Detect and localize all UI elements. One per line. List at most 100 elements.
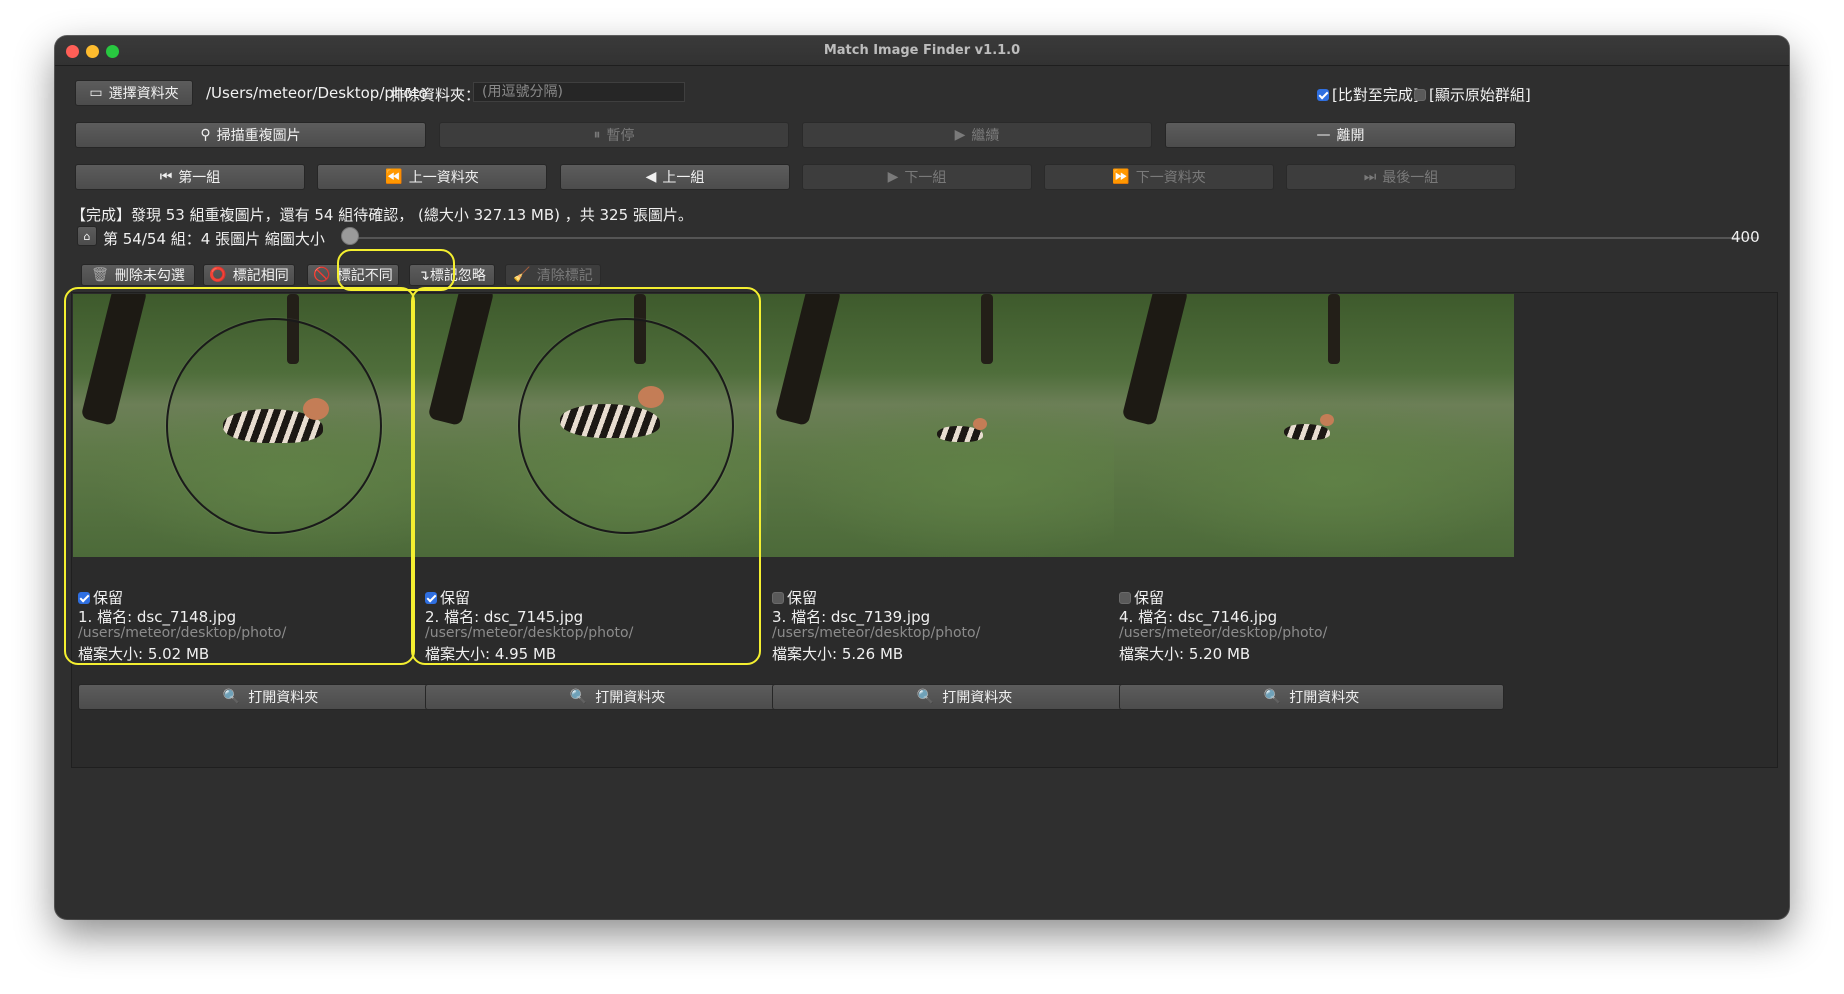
image-card: 保留 1. 檔名: dsc_7148.jpg /users/meteor/des…	[72, 293, 473, 769]
keep-label: 保留	[440, 589, 471, 607]
fast-forward-icon: ⏩	[1112, 169, 1130, 185]
skip-start-icon: ⏮	[159, 169, 173, 185]
tree-trunk	[981, 294, 993, 364]
file-size: 檔案大小: 5.20 MB	[1119, 645, 1251, 663]
keep-checkbox[interactable]: 保留	[772, 587, 817, 608]
compare-done-checkbox[interactable]: [比對至完成]	[1317, 84, 1419, 105]
skip-end-icon: ⏭	[1363, 169, 1377, 185]
mark-ignore-button[interactable]: ↴標記忽略	[409, 264, 495, 286]
trash-icon: 🗑	[91, 267, 109, 283]
image-card: 保留 4. 檔名: dsc_7146.jpg /users/meteor/des…	[1113, 293, 1514, 769]
file-name: 3. 檔名: dsc_7139.jpg	[772, 608, 931, 626]
prev-folder-button[interactable]: ⏪ 上一資料夾	[317, 164, 547, 190]
last-group-button[interactable]: ⏭ 最後一組	[1286, 164, 1516, 190]
last-group-label: 最後一組	[1382, 170, 1439, 186]
open-folder-label: 打開資料夾	[942, 690, 1013, 706]
show-original-label: [顯示原始群組]	[1429, 86, 1531, 104]
scan-label: 掃描重複圖片	[216, 128, 301, 144]
open-folder-button[interactable]: 🔍 打開資料夾	[772, 684, 1157, 710]
broom-icon: 🧹	[513, 267, 531, 283]
magnifier-icon: 🔍	[916, 689, 935, 705]
mark-diff-button[interactable]: 🚫 標記不同	[307, 264, 399, 286]
keep-checkbox[interactable]: 保留	[78, 587, 123, 608]
file-size: 檔案大小: 5.02 MB	[78, 645, 210, 663]
mark-same-label: 標記相同	[232, 268, 289, 284]
rewind-icon: ⏪	[385, 169, 403, 185]
prev-group-label: 上一組	[662, 170, 705, 186]
home-button[interactable]: ⌂	[77, 226, 97, 246]
title-bar: Match Image Finder v1.1.0	[55, 36, 1789, 66]
prev-group-button[interactable]: ◀ 上一組	[560, 164, 790, 190]
resume-button[interactable]: ▶ 繼續	[802, 122, 1152, 148]
file-size: 檔案大小: 5.26 MB	[772, 645, 904, 663]
thumb-size-value: 400	[1731, 228, 1760, 246]
zoom-circle	[518, 318, 734, 534]
clear-marks-button[interactable]: 🧹 清除標記	[505, 264, 601, 286]
keep-label: 保留	[1134, 589, 1165, 607]
open-folder-button[interactable]: 🔍 打開資料夾	[1119, 684, 1504, 710]
search-icon: ⚲	[200, 127, 211, 143]
zoom-circle	[166, 318, 382, 534]
bird	[1284, 424, 1330, 440]
delete-unchecked-label: 刪除未勾選	[114, 268, 185, 284]
file-name: 4. 檔名: dsc_7146.jpg	[1119, 608, 1278, 626]
keep-label: 保留	[787, 589, 818, 607]
next-group-button[interactable]: ▶ 下一組	[802, 164, 1032, 190]
open-folder-button[interactable]: 🔍 打開資料夾	[425, 684, 810, 710]
resume-label: 繼續	[971, 128, 1000, 144]
tree-trunk	[1121, 294, 1189, 427]
thumbnail-image[interactable]	[767, 294, 1167, 557]
window-title: Match Image Finder v1.1.0	[823, 43, 1021, 58]
file-size: 檔案大小: 4.95 MB	[425, 645, 557, 663]
circle-icon: ⭕	[209, 267, 227, 283]
exclude-input[interactable]: (用逗號分隔)	[473, 82, 685, 102]
file-path: /users/meteor/desktop/photo/	[772, 625, 981, 641]
exclude-label: 排除資料夾：	[390, 86, 481, 104]
thumbnail-image[interactable]	[1114, 294, 1514, 557]
keep-label: 保留	[93, 589, 124, 607]
image-panel: 保留 1. 檔名: dsc_7148.jpg /users/meteor/des…	[71, 292, 1778, 768]
first-group-label: 第一組	[178, 170, 221, 186]
next-folder-label: 下一資料夾	[1135, 170, 1206, 186]
mark-same-button[interactable]: ⭕ 標記相同	[203, 264, 295, 286]
file-name: 1. 檔名: dsc_7148.jpg	[78, 608, 237, 626]
magnifier-icon: 🔍	[1263, 689, 1282, 705]
leave-label: 離開	[1336, 128, 1365, 144]
open-folder-button[interactable]: 🔍 打開資料夾	[78, 684, 463, 710]
pause-button[interactable]: ⏸ 暫停	[439, 122, 789, 148]
thumbnail-image[interactable]	[73, 294, 473, 557]
thumb-size-slider[interactable]	[349, 237, 1759, 239]
group-info: 第 54/54 組：4 張圖片 縮圖大小	[103, 230, 325, 248]
first-group-button[interactable]: ⏮ 第一組	[75, 164, 305, 190]
next-group-label: 下一組	[904, 170, 947, 186]
thumbnail-image[interactable]	[420, 294, 820, 557]
scan-button[interactable]: ⚲ 掃描重複圖片	[75, 122, 426, 148]
file-path: /users/meteor/desktop/photo/	[78, 625, 287, 641]
tree-trunk	[1328, 294, 1340, 364]
choose-folder-button[interactable]: ▭ 選擇資料夾	[75, 80, 193, 106]
next-folder-button[interactable]: ⏩ 下一資料夾	[1044, 164, 1274, 190]
keep-checkbox[interactable]: 保留	[425, 587, 470, 608]
arrow-left-icon: ◀	[645, 169, 657, 185]
tree-trunk	[427, 294, 495, 427]
keep-checkbox[interactable]: 保留	[1119, 587, 1164, 608]
delete-unchecked-button[interactable]: 🗑 刪除未勾選	[81, 264, 195, 286]
prohibited-icon: 🚫	[313, 267, 331, 283]
pause-label: 暫停	[606, 128, 635, 144]
show-original-checkbox[interactable]: [顯示原始群組]	[1414, 84, 1531, 105]
folder-icon: ▭	[89, 85, 103, 101]
keep-check-icon	[1119, 592, 1131, 604]
show-original-check-icon	[1414, 89, 1426, 101]
bird-head	[973, 418, 987, 430]
choose-folder-label: 選擇資料夾	[108, 86, 179, 102]
thumb-size-slider-knob[interactable]	[341, 227, 359, 245]
compare-done-label: [比對至完成]	[1332, 86, 1419, 104]
keep-check-icon	[78, 592, 90, 604]
leave-button[interactable]: — 離開	[1165, 122, 1516, 148]
bird-head	[1320, 414, 1334, 426]
magnifier-icon: 🔍	[569, 689, 588, 705]
image-card: 保留 2. 檔名: dsc_7145.jpg /users/meteor/des…	[419, 293, 820, 769]
app-window: Match Image Finder v1.1.0 ▭ 選擇資料夾 /Users…	[55, 36, 1789, 919]
keep-check-icon	[425, 592, 437, 604]
tree-trunk	[774, 294, 842, 427]
